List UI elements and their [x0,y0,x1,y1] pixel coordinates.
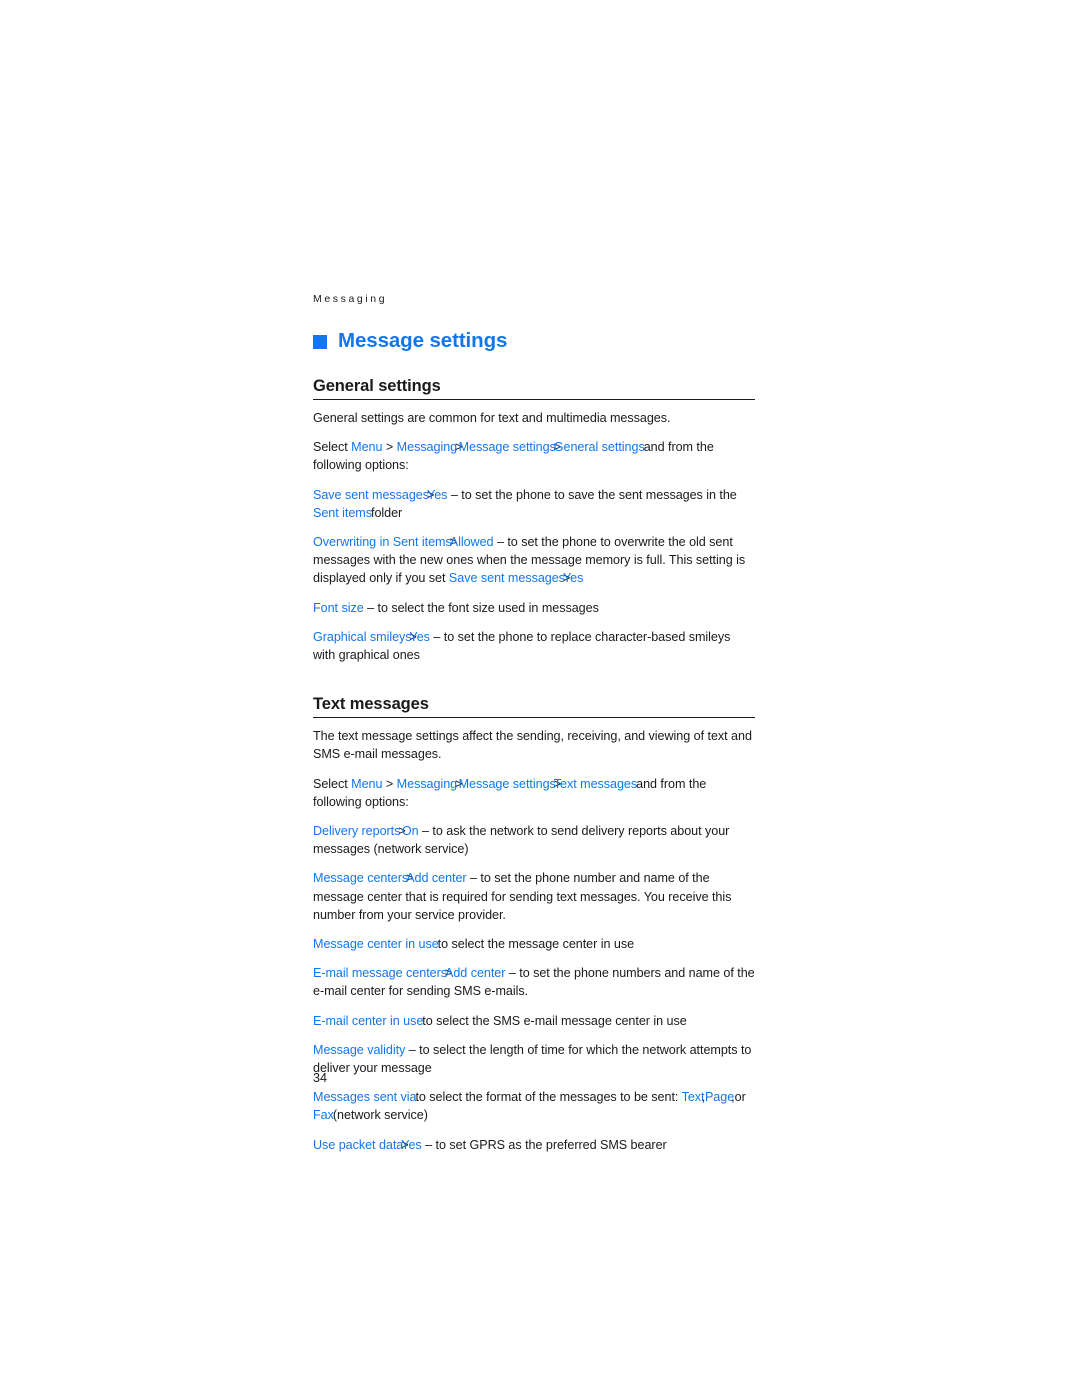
ui-term: Use packet data [313,1137,404,1152]
ui-term: Message settings [455,776,556,791]
body-text: to select the message center in use [437,937,635,951]
ui-term: Sent items [313,505,372,520]
section-heading: General settings [313,377,755,400]
ui-term: Save sent messages [448,571,565,586]
ui-term: Delivery reports [313,823,401,838]
ui-term: E-mail message centers [313,966,447,981]
paragraph-font-size: Font size – to select the font size used… [313,599,755,617]
ui-term: Yes [562,571,584,586]
ui-term: Allowed [449,534,494,549]
body-text: The text message settings affect the sen… [313,729,752,762]
ui-term: Graphical smileys [313,629,412,644]
body-text: to select the SMS e-mail message center … [422,1013,687,1028]
paragraph-overwriting-in-sent-items: Overwriting in Sent items>Allowed – to s… [313,534,746,586]
paragraph-general-path: Select Menu > Messaging> Message setting… [313,440,714,473]
body-text: (network service) [332,1108,428,1123]
chapter-title-row: Message settings [313,328,755,352]
body-text: General settings are common for text and… [313,410,671,425]
paragraph-message-center-in-use: Message center in useto select the messa… [313,935,755,953]
paragraph-delivery-reports: Delivery reports> On – to ask the networ… [313,823,730,857]
paragraph-message-centers: Message centers>Add center – to set the … [313,871,732,922]
ui-term: Fax [313,1108,334,1123]
paragraph-email-center-in-use: E-mail center in useto select the SMS e-… [313,1012,755,1030]
ui-term: Message settings [455,440,556,455]
paragraph-text-path: Select Menu > Messaging> Message setting… [313,776,707,809]
ui-term: Save sent messages [313,487,430,502]
body-text: – to select the font size used in messag… [363,600,599,615]
ui-term: Menu [351,776,383,791]
ui-term: Page [701,1090,735,1105]
body-text: folder [371,505,403,520]
ui-term: Messaging [396,440,458,455]
document-page: Messaging Message settings General setti… [0,0,1080,1397]
paragraph-messages-sent-via: Messages sent viato select the format of… [313,1090,746,1123]
paragraph-email-message-centers: E-mail message centers>Add center – to s… [313,966,755,999]
ui-term: On [398,823,419,838]
body-text: Select [313,440,352,455]
ui-term: Yes [409,629,430,644]
running-head: Messaging [313,293,388,305]
paragraph-text-intro: The text message settings affect the sen… [313,727,755,763]
paragraph-general-intro: General settings are common for text and… [313,409,755,427]
ui-term: Yes [427,487,448,502]
ui-term: E-mail center in use [313,1013,424,1028]
body-text: > [382,440,397,455]
ui-term: Yes [401,1137,422,1152]
page-content: Messaging Message settings General setti… [313,294,755,1165]
ui-term: Menu [351,440,383,455]
body-text: or [731,1090,746,1105]
ui-term: Messages sent via [313,1090,417,1105]
ui-term: Add center [444,966,506,981]
ui-term: Overwriting in Sent items [313,534,452,549]
paragraph-message-validity: Message validity – to select the length … [313,1041,755,1077]
body-text: – to set GPRS as the preferred SMS beare… [421,1137,667,1152]
ui-term: Message centers [313,871,409,886]
ui-term: General settings [553,440,645,455]
ui-term: Add center [406,871,467,886]
square-bullet-icon [313,334,327,349]
page-number: 34 [313,1071,328,1085]
body-text: Select [313,776,352,791]
ui-term: Messaging [396,776,458,791]
ui-term: Message validity [313,1042,406,1057]
body-text: – to set the phone to save the sent mess… [447,487,737,502]
paragraph-save-sent-messages: Save sent messages>Yes – to set the phon… [313,487,737,520]
body-text: to select the format of the messages to … [415,1090,682,1105]
ui-term: Message center in use [313,937,439,951]
sections-container: General settings General settings are com… [313,377,755,1154]
page-title: Message settings [338,328,508,352]
paragraph-graphical-smileys: Graphical smileys>Yes – to set the phone… [313,629,731,662]
body-text: > [382,776,397,791]
ui-term: Text messages [553,776,638,791]
paragraph-use-packet-data: Use packet data>Yes – to set GPRS as the… [313,1137,667,1152]
ui-term: Font size [313,600,364,615]
section-heading: Text messages [313,695,755,719]
